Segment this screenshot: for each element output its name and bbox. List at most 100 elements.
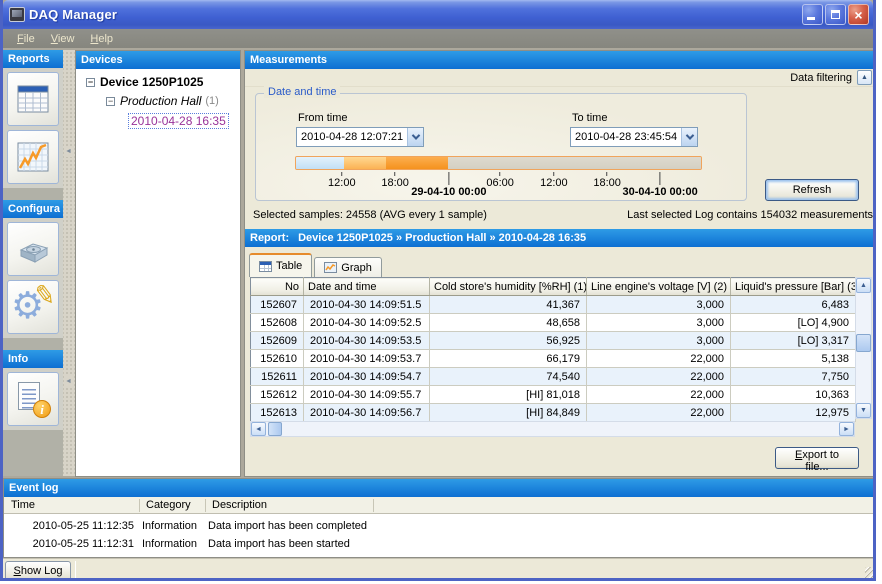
splitter-collapse-icon[interactable]: ◄ — [65, 146, 72, 157]
measurements-header: Measurements — [245, 51, 876, 69]
groupbox-legend: Date and time — [264, 86, 340, 98]
col-pressure[interactable]: Liquid's pressure [Bar] (3) — [731, 278, 856, 296]
scroll-up-icon[interactable]: ▲ — [856, 278, 871, 293]
collapse-icon[interactable]: − — [86, 78, 95, 87]
selected-samples-text: Selected samples: 24558 (AVG every 1 sam… — [253, 209, 487, 221]
table-row[interactable]: 152610 2010-04-30 14:09:53.7 66,179 22,0… — [251, 350, 856, 368]
sidebar-splitter[interactable]: ◄ ◄ — [63, 50, 75, 476]
table-row[interactable]: 152609 2010-04-30 14:09:53.5 56,925 3,00… — [251, 332, 856, 350]
cell-datetime: 2010-04-30 14:09:56.7 — [304, 404, 430, 422]
tick-mark — [500, 172, 501, 176]
cell-humidity: 66,179 — [430, 350, 587, 368]
menu-file[interactable]: File — [9, 31, 43, 47]
graph-tab-icon — [324, 262, 337, 273]
tree-node-group[interactable]: − Production Hall (1) — [106, 94, 236, 108]
graph-report-icon — [13, 137, 53, 177]
titlebar[interactable]: DAQ Manager × — [3, 0, 873, 29]
date-time-groupbox: Date and time From time To time 2010-04-… — [255, 93, 747, 201]
sidebar-section-info: Info i — [3, 350, 63, 430]
range-segment-after[interactable] — [448, 157, 701, 169]
col-time[interactable]: Time — [4, 497, 35, 514]
cell-pressure: [LO] 3,317 — [731, 332, 856, 350]
timeline-tick: 29-04-10 00:00 — [411, 172, 486, 198]
table-header-row: No Date and time Cold store's humidity [… — [251, 278, 856, 296]
cell-pressure: 7,750 — [731, 368, 856, 386]
tick-mark — [448, 172, 449, 185]
col-humidity[interactable]: Cold store's humidity [%RH] (1) — [430, 278, 587, 296]
to-time-select[interactable]: 2010-04-28 23:45:54 — [570, 127, 698, 147]
scrollbar-thumb[interactable] — [268, 422, 282, 436]
measurements-table-wrap: No Date and time Cold store's humidity [… — [250, 277, 856, 422]
window-controls: × — [802, 4, 869, 25]
event-log-row[interactable]: 2010-05-25 11:12:31 Information Data imp… — [4, 536, 876, 553]
event-log-row[interactable]: 2010-05-25 11:12:35 Information Data imp… — [4, 518, 876, 535]
resize-grip[interactable] — [865, 567, 876, 580]
scroll-right-icon[interactable]: ► — [839, 422, 854, 436]
range-segment-selected[interactable] — [386, 157, 448, 169]
minimize-button[interactable] — [802, 4, 823, 25]
col-category[interactable]: Category — [139, 497, 191, 514]
info-document-icon: i — [15, 382, 51, 416]
tree-node-log[interactable]: 2010-04-28 16:35 — [128, 113, 236, 129]
info-button[interactable]: i — [7, 372, 59, 426]
table-vertical-scrollbar[interactable]: ▲ ▼ — [855, 277, 872, 419]
window-title: DAQ Manager — [29, 7, 802, 22]
col-no[interactable]: No — [251, 278, 304, 296]
splitter-collapse-icon[interactable]: ◄ — [65, 376, 72, 387]
tree-node-device[interactable]: − Device 1250P1025 — [86, 75, 236, 89]
maximize-button[interactable] — [825, 4, 846, 25]
cell-datetime: 2010-04-30 14:09:55.7 — [304, 386, 430, 404]
tab-graph[interactable]: Graph — [314, 257, 382, 277]
tick-label: 18:00 — [593, 177, 621, 189]
reports-table-button[interactable] — [7, 72, 59, 126]
table-tab-icon — [259, 261, 272, 272]
tab-table[interactable]: Table — [249, 253, 312, 277]
config-edit-button[interactable]: ⚙ ✎ — [7, 280, 59, 334]
status-bar: Show Log — [3, 558, 876, 581]
scrollbar-thumb[interactable] — [856, 334, 871, 352]
collapse-filter-button[interactable]: ▲ — [857, 70, 872, 85]
cell-no: 152610 — [251, 350, 304, 368]
tick-mark — [395, 172, 396, 176]
dropdown-button[interactable] — [407, 128, 423, 146]
gear-pencil-icon: ⚙ ✎ — [12, 284, 54, 330]
cell-pressure: 12,975 — [731, 404, 856, 422]
menu-help[interactable]: Help — [82, 31, 121, 47]
close-button[interactable]: × — [848, 4, 869, 25]
collapse-icon[interactable]: − — [106, 97, 115, 106]
menu-view[interactable]: View — [43, 31, 83, 47]
range-segment-selected-light[interactable] — [344, 157, 386, 169]
col-datetime[interactable]: Date and time — [304, 278, 430, 296]
table-row[interactable]: 152613 2010-04-30 14:09:56.7 [HI] 84,849… — [251, 404, 856, 422]
export-button[interactable]: Export to file... — [775, 447, 859, 469]
table-horizontal-scrollbar[interactable]: ◄ ► — [250, 421, 855, 437]
reports-graph-button[interactable] — [7, 130, 59, 184]
table-row[interactable]: 152607 2010-04-30 14:09:51.5 41,367 3,00… — [251, 296, 856, 314]
event-category: Information — [142, 536, 197, 553]
refresh-button[interactable]: Refresh — [765, 179, 859, 201]
config-archive-button[interactable] — [7, 222, 59, 276]
col-voltage[interactable]: Line engine's voltage [V] (2) — [587, 278, 731, 296]
scroll-down-icon[interactable]: ▼ — [856, 403, 871, 418]
time-range-slider[interactable] — [295, 156, 702, 170]
show-log-button[interactable]: Show Log — [5, 561, 71, 580]
cell-no: 152607 — [251, 296, 304, 314]
dropdown-button[interactable] — [681, 128, 697, 146]
col-description[interactable]: Description — [205, 497, 267, 514]
cell-voltage: 22,000 — [587, 386, 731, 404]
from-time-value: 2010-04-28 12:07:21 — [297, 131, 407, 143]
to-time-value: 2010-04-28 23:45:54 — [571, 131, 681, 143]
tick-mark — [607, 172, 608, 176]
column-divider — [373, 499, 374, 512]
table-row[interactable]: 152612 2010-04-30 14:09:55.7 [HI] 81,018… — [251, 386, 856, 404]
scroll-left-icon[interactable]: ◄ — [251, 422, 266, 436]
table-row[interactable]: 152611 2010-04-30 14:09:54.7 74,540 22,0… — [251, 368, 856, 386]
device-name: Device 1250P1025 — [100, 75, 203, 89]
close-icon: × — [854, 8, 862, 22]
table-row[interactable]: 152608 2010-04-30 14:09:52.5 48,658 3,00… — [251, 314, 856, 332]
from-time-select[interactable]: 2010-04-28 12:07:21 — [296, 127, 424, 147]
cell-humidity: [HI] 84,849 — [430, 404, 587, 422]
tick-mark — [553, 172, 554, 176]
column-divider — [139, 499, 140, 512]
range-segment-before[interactable] — [296, 157, 344, 169]
